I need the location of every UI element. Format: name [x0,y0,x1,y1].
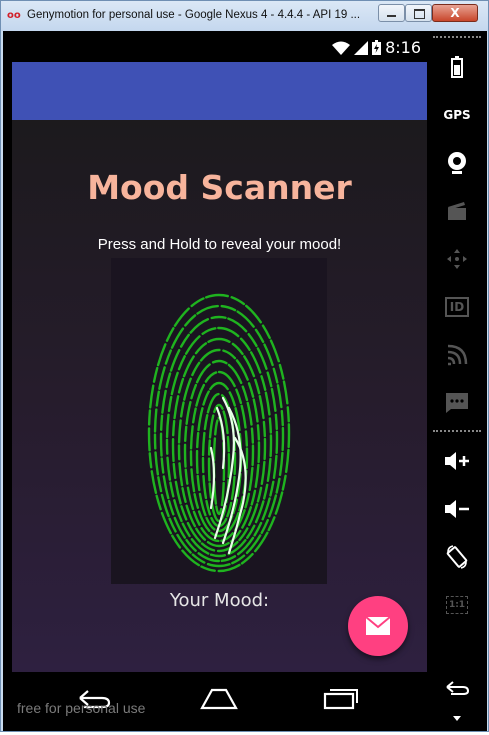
rotate-icon[interactable] [427,541,487,573]
emulator-body: 8:16 Mood Scanner Press and Hold to reve… [3,31,487,731]
more-icon[interactable] [427,703,487,735]
maximize-button[interactable] [405,4,432,22]
android-screen: Mood Scanner Press and Hold to reveal yo… [12,62,427,672]
volume-down-icon[interactable] [427,493,487,525]
battery-icon[interactable] [427,51,487,83]
watermark-text: free for personal use [17,700,146,716]
nav-home-button[interactable] [199,684,239,712]
minimize-button[interactable] [378,4,405,22]
clock: 8:16 [385,38,421,57]
home-icon [200,688,238,710]
fingerprint-icon [147,293,291,573]
app-toolbar [12,62,427,120]
gps-label: GPS [443,108,471,122]
fingerprint-scanner[interactable] [111,258,327,584]
nav-recents-button[interactable] [321,684,361,712]
gps-icon[interactable]: GPS [427,99,487,131]
window-title: Genymotion for personal use - Google Nex… [27,9,361,21]
id-icon[interactable]: ID [427,291,487,323]
email-fab-button[interactable] [348,596,408,656]
pixel-perfect-label: 1:1 [445,596,469,614]
signal-icon [354,40,369,55]
emulator-window: oo Genymotion for personal use - Google … [0,0,489,732]
android-status-bar: 8:16 [12,35,427,62]
recents-icon [323,689,358,710]
genymotion-sidebar: GPS ID 1:1 [427,31,487,731]
mail-icon [365,616,391,635]
id-label: ID [444,297,470,317]
close-button[interactable]: X [432,4,478,22]
sidebar-divider-2 [433,430,481,432]
back-icon[interactable] [427,671,487,703]
app-headline: Mood Scanner [87,168,352,207]
capture-icon[interactable] [427,195,487,227]
wifi-icon [332,41,351,55]
sms-icon[interactable] [427,387,487,419]
volume-up-icon[interactable] [427,445,487,477]
sidebar-divider [433,36,481,38]
instructions-text: Press and Hold to reveal your mood! [97,236,342,253]
camera-icon[interactable] [427,147,487,179]
battery-status-icon [372,40,382,55]
genymotion-logo-icon: oo [7,10,21,21]
window-titlebar[interactable]: oo Genymotion for personal use - Google … [1,1,488,31]
cast-icon[interactable] [427,339,487,371]
dpad-icon[interactable] [427,243,487,275]
pixel-perfect-icon[interactable]: 1:1 [427,589,487,621]
